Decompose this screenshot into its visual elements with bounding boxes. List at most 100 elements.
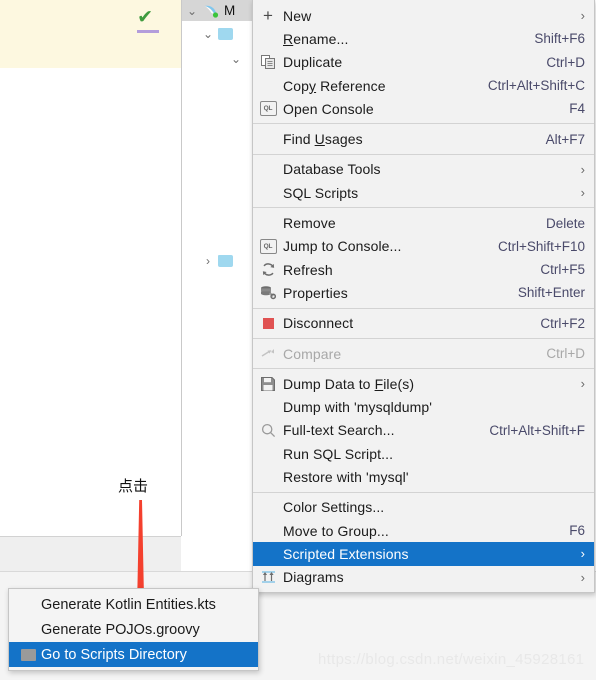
lower-left-panel [0, 536, 181, 573]
chevron-right-icon: › [580, 8, 585, 24]
submenu-item-label: Generate Kotlin Entities.kts [41, 596, 216, 613]
menu-item-refresh[interactable]: Refresh Ctrl+F5 [253, 258, 594, 281]
stop-square-icon [253, 317, 283, 329]
menu-item-dump-data-to-files[interactable]: Dump Data to File(s) › [253, 372, 594, 395]
menu-item-shortcut: Ctrl+D [546, 346, 585, 361]
menu-item-move-to-group[interactable]: Move to Group... F6 [253, 519, 594, 542]
duplicate-icon [253, 54, 283, 70]
menu-item-label: Open Console [283, 100, 374, 117]
menu-item-shortcut: F4 [569, 101, 585, 117]
menu-item-label: Duplicate [283, 54, 343, 71]
menu-item-find-usages[interactable]: Find Usages Alt+F7 [253, 127, 594, 150]
menu-item-label: Rename... [283, 30, 349, 47]
menu-item-color-settings[interactable]: Color Settings... [253, 496, 594, 519]
chevron-right-icon: › [580, 569, 585, 585]
menu-item-label: Remove [283, 215, 336, 232]
submenu-item-label: Go to Scripts Directory [41, 646, 187, 663]
chevron-right-icon[interactable]: › [200, 255, 216, 267]
menu-item-label: Diagrams [283, 569, 344, 586]
tree-node-root[interactable]: ⌄ M [184, 0, 235, 21]
submenu-item-go-to-scripts-directory[interactable]: Go to Scripts Directory [9, 642, 258, 667]
menu-item-label: Dump Data to File(s) [283, 375, 415, 392]
watermark-text: https://blog.csdn.net/weixin_45928161 [318, 651, 585, 668]
menu-item-jump-to-console[interactable]: QL Jump to Console... Ctrl+Shift+F10 [253, 235, 594, 258]
menu-item-label: Copy Reference [283, 77, 386, 94]
plus-icon: + [263, 6, 273, 26]
menu-item-properties[interactable]: Properties Shift+Enter [253, 281, 594, 304]
ql-console-icon: QL [253, 238, 283, 254]
menu-separator [253, 368, 594, 370]
menu-item-dump-with-mysqldump[interactable]: Dump with 'mysqldump' [253, 395, 594, 418]
menu-item-run-sql-script[interactable]: Run SQL Script... [253, 442, 594, 465]
menu-item-disconnect[interactable]: Disconnect Ctrl+F2 [253, 312, 594, 335]
menu-item-copy-reference[interactable]: Copy Reference Ctrl+Alt+Shift+C [253, 74, 594, 97]
menu-item-label: Disconnect [283, 315, 354, 332]
tree-node-child-3[interactable]: › [200, 250, 233, 271]
menu-item-shortcut: Ctrl+Shift+F10 [497, 238, 585, 254]
editor-pane-yellow: ✔ [0, 0, 181, 68]
menu-item-shortcut: Ctrl+F5 [540, 262, 585, 278]
menu-group: + New › Rename... Shift+F6 Duplicate Ctr… [253, 4, 594, 120]
folder-icon [15, 648, 41, 661]
menu-item-shortcut: Alt+F7 [545, 131, 585, 147]
purple-underline-marker [137, 30, 159, 33]
menu-item-label: Full-text Search... [283, 422, 395, 439]
menu-item-label: Compare [283, 345, 342, 362]
chevron-down-icon[interactable]: ⌄ [228, 53, 244, 65]
chevron-down-icon[interactable]: ⌄ [184, 5, 200, 17]
menu-item-shortcut: F6 [569, 523, 585, 539]
properties-wrench-icon [253, 285, 283, 300]
menu-separator [253, 153, 594, 155]
menu-item-label: Database Tools [283, 161, 381, 178]
menu-item-label: Move to Group... [283, 522, 389, 539]
menu-item-label: New [283, 7, 312, 24]
menu-item-sql-scripts[interactable]: SQL Scripts › [253, 181, 594, 204]
diagrams-icon [253, 570, 283, 584]
menu-item-shortcut: Ctrl+Alt+Shift+C [487, 78, 585, 94]
search-icon [253, 423, 283, 438]
menu-item-database-tools[interactable]: Database Tools › [253, 158, 594, 181]
menu-item-label: Jump to Console... [283, 238, 402, 255]
menu-separator [253, 207, 594, 209]
pane-divider-vertical [181, 0, 182, 536]
save-floppy-icon [253, 376, 283, 391]
menu-item-shortcut: Ctrl+F2 [540, 315, 585, 331]
context-menu[interactable]: + New › Rename... Shift+F6 Duplicate Ctr… [252, 0, 595, 593]
refresh-icon [253, 262, 283, 277]
submenu-item-label: Generate POJOs.groovy [41, 621, 200, 638]
menu-separator [253, 307, 594, 309]
chevron-down-icon[interactable]: ⌄ [200, 28, 216, 40]
folder-icon [218, 27, 233, 40]
green-check-icon: ✔ [137, 7, 153, 28]
menu-item-remove[interactable]: Remove Delete [253, 211, 594, 234]
menu-item-restore-with-mysql[interactable]: Restore with 'mysql' [253, 465, 594, 488]
menu-item-label: Scripted Extensions [283, 545, 409, 562]
submenu-item-generate-kotlin-entities[interactable]: Generate Kotlin Entities.kts [9, 592, 258, 617]
folder-icon [218, 254, 233, 267]
menu-item-scripted-extensions[interactable]: Scripted Extensions › [253, 542, 594, 566]
scripted-extensions-submenu[interactable]: Generate Kotlin Entities.kts Generate PO… [8, 588, 259, 671]
submenu-item-generate-pojos[interactable]: Generate POJOs.groovy [9, 617, 258, 642]
chevron-right-icon: › [580, 161, 585, 177]
chevron-right-icon: › [580, 546, 585, 562]
menu-item-label: Find Usages [283, 131, 363, 148]
menu-item-shortcut: Ctrl+Alt+Shift+F [489, 422, 585, 438]
ql-console-icon: QL [253, 101, 283, 117]
menu-item-rename[interactable]: Rename... Shift+F6 [253, 27, 594, 50]
annotation-label: 点击 [118, 477, 149, 495]
tree-node-root-label: M [224, 3, 236, 18]
menu-item-new[interactable]: + New › [253, 4, 594, 27]
menu-item-duplicate[interactable]: Duplicate Ctrl+D [253, 51, 594, 74]
menu-item-full-text-search[interactable]: Full-text Search... Ctrl+Alt+Shift+F [253, 419, 594, 442]
menu-item-diagrams[interactable]: Diagrams › [253, 566, 594, 589]
tree-node-child-1[interactable]: ⌄ [200, 23, 233, 44]
menu-item-shortcut: Ctrl+D [546, 54, 585, 70]
tree-node-child-2[interactable]: ⌄ [228, 48, 244, 69]
menu-item-label: Color Settings... [283, 499, 385, 516]
menu-separator [253, 123, 594, 125]
menu-item-open-console[interactable]: QL Open Console F4 [253, 97, 594, 120]
menu-item-label: Run SQL Script... [283, 445, 394, 462]
menu-separator [253, 491, 594, 493]
menu-item-shortcut: Delete [545, 215, 585, 231]
menu-separator [253, 337, 594, 339]
